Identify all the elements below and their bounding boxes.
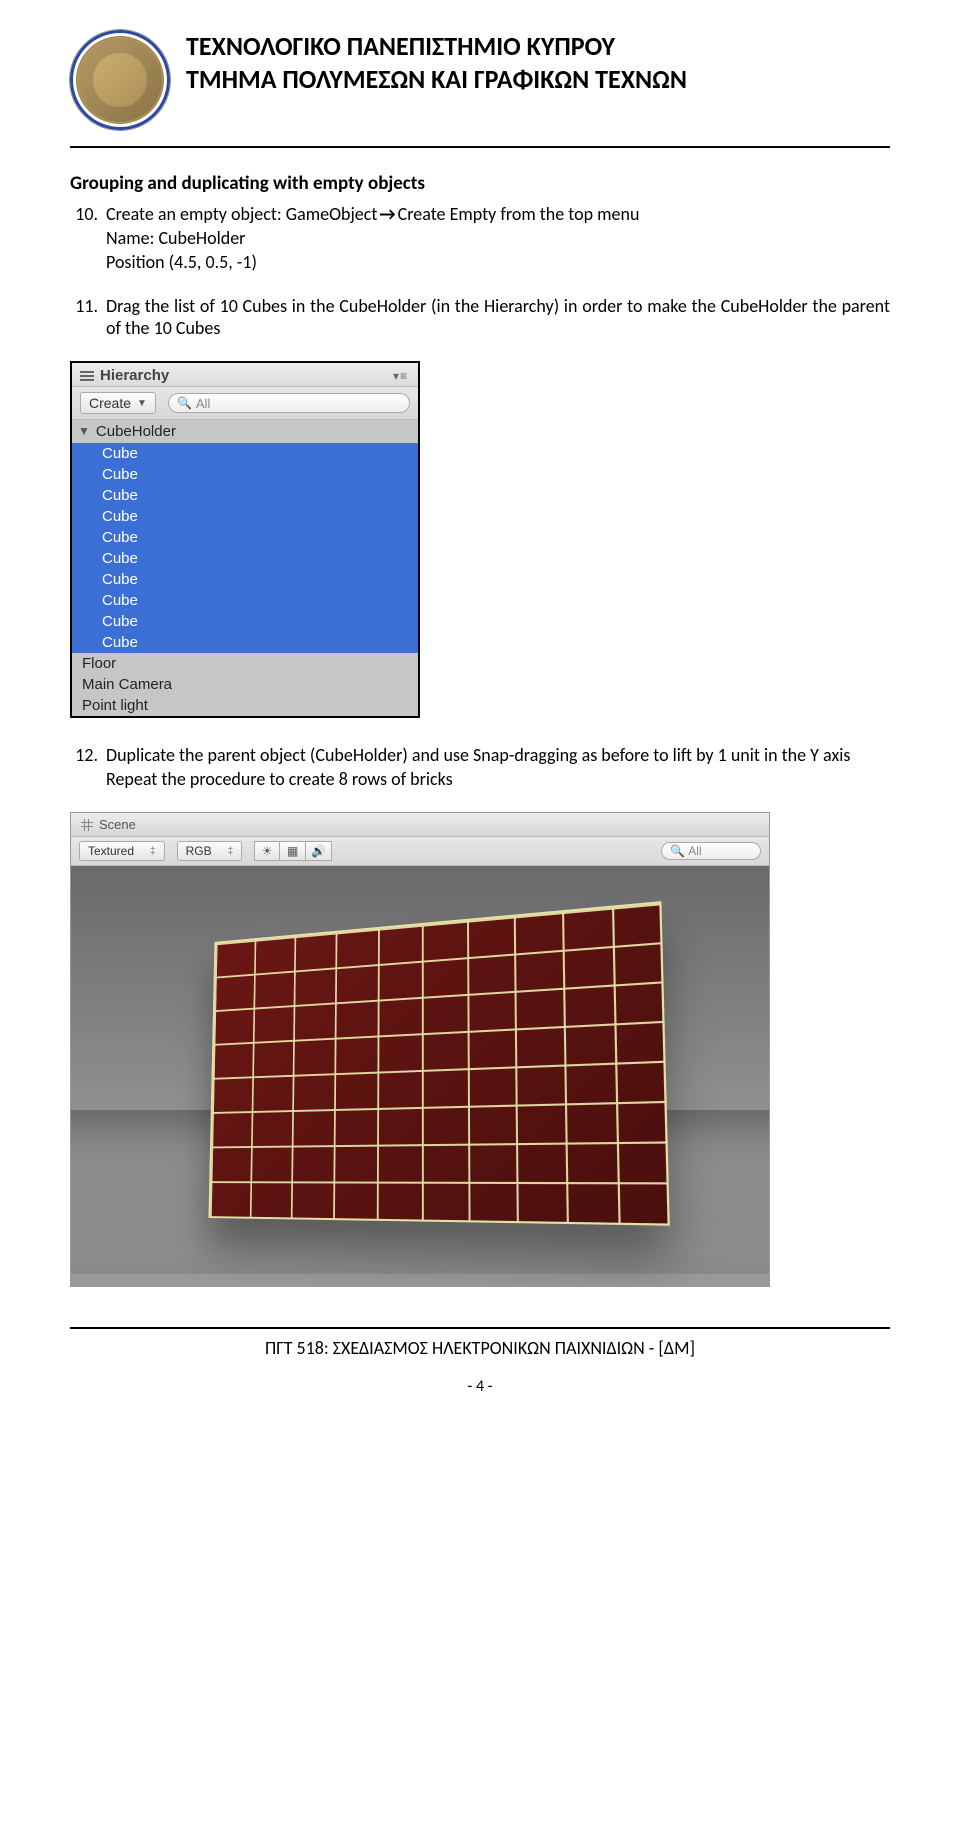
hierarchy-item-cube[interactable]: Cube — [72, 464, 418, 485]
org-title-2: ΤΜΗΜΑ ΠΟΛΥΜΕΣΩΝ ΚΑΙ ΓΡΑΦΙΚΩΝ ΤΕΧΝΩΝ — [186, 63, 687, 96]
hierarchy-item-cubeholder[interactable]: ▼ CubeHolder — [72, 420, 418, 443]
hierarchy-item-floor[interactable]: Floor — [72, 653, 418, 674]
step-10-position: Position (4.5, 0.5, -1) — [106, 251, 890, 273]
hierarchy-item-cube[interactable]: Cube — [72, 485, 418, 506]
rendermode-dropdown[interactable]: RGB ‡ — [177, 841, 243, 861]
scene-audio-toggle[interactable]: 🔊 — [306, 841, 332, 861]
image-icon: ▦ — [287, 844, 298, 858]
scene-search-placeholder: All — [688, 844, 701, 858]
section-title: Grouping and duplicating with empty obje… — [70, 172, 890, 195]
hierarchy-item-cube[interactable]: Cube — [72, 590, 418, 611]
sun-icon: ☀ — [262, 844, 273, 858]
hierarchy-parent-label: CubeHolder — [96, 423, 176, 440]
hierarchy-item-cube[interactable]: Cube — [72, 548, 418, 569]
footer-divider — [70, 1327, 890, 1329]
panel-title: Hierarchy — [100, 367, 169, 384]
step-number: 11. — [70, 295, 98, 339]
hierarchy-item-point-light[interactable]: Point light — [72, 695, 418, 716]
panel-menu-icon[interactable]: ▾≡ — [393, 369, 408, 383]
foldout-icon[interactable]: ▼ — [78, 424, 90, 438]
step-11: 11. Drag the list of 10 Cubes in the Cub… — [70, 295, 890, 339]
org-title-1: ΤΕΧΝΟΛΟΓΙΚΟ ΠΑΝΕΠΙΣΤΗΜΙΟ ΚΥΠΡΟΥ — [186, 30, 687, 63]
university-logo — [70, 30, 170, 130]
search-icon: 🔍 — [670, 844, 685, 858]
step-12: 12. Duplicate the parent object (CubeHol… — [70, 744, 890, 790]
hierarchy-item-cube[interactable]: Cube — [72, 506, 418, 527]
brick-wall — [208, 901, 669, 1226]
scene-screenshot: Scene Textured ‡ RGB ‡ ☀ ▦ 🔊 — [70, 812, 890, 1287]
scene-light-toggle[interactable]: ☀ — [254, 841, 280, 861]
step-12-text: Duplicate the parent object (CubeHolder)… — [106, 744, 890, 766]
speaker-icon: 🔊 — [311, 844, 326, 858]
scene-icon — [81, 819, 93, 831]
course-footer: ΠΓΤ 518: ΣΧΕΔΙΑΣΜΟΣ ΗΛΕΚΤΡΟΝΙΚΩΝ ΠΑΙΧΝΙΔ… — [70, 1337, 890, 1359]
dropdown-icon: ‡ — [228, 846, 234, 857]
scene-search[interactable]: 🔍 All — [661, 842, 761, 860]
dropdown-icon: ‡ — [150, 846, 156, 857]
scene-fx-toggle[interactable]: ▦ — [280, 841, 306, 861]
step-12-repeat: Repeat the procedure to create 8 rows of… — [106, 768, 890, 790]
step-10-text-b: Create Empty from the top menu — [398, 203, 640, 225]
search-placeholder: All — [196, 396, 210, 411]
hierarchy-icon — [80, 371, 94, 381]
page-number: - 4 - — [70, 1377, 890, 1396]
rendermode-label: RGB — [186, 844, 212, 858]
search-icon: 🔍 — [177, 396, 192, 410]
hierarchy-search[interactable]: 🔍 All — [168, 393, 410, 413]
scene-viewport[interactable] — [71, 866, 769, 1286]
step-number: 12. — [70, 744, 98, 790]
step-11-text: Drag the list of 10 Cubes in the CubeHol… — [106, 295, 890, 339]
hierarchy-item-cube[interactable]: Cube — [72, 632, 418, 653]
hierarchy-item-cube[interactable]: Cube — [72, 569, 418, 590]
step-number: 10. — [70, 203, 98, 273]
shading-label: Textured — [88, 844, 134, 858]
step-10-name: Name: CubeHolder — [106, 227, 890, 249]
document-header: ΤΕΧΝΟΛΟΓΙΚΟ ΠΑΝΕΠΙΣΤΗΜΙΟ ΚΥΠΡΟΥ ΤΜΗΜΑ ΠΟ… — [70, 30, 890, 130]
hierarchy-item-cube[interactable]: Cube — [72, 443, 418, 464]
hierarchy-item-cube[interactable]: Cube — [72, 527, 418, 548]
scene-title: Scene — [99, 817, 136, 832]
arrow-icon: → — [377, 203, 397, 225]
hierarchy-item-cube[interactable]: Cube — [72, 611, 418, 632]
shading-dropdown[interactable]: Textured ‡ — [79, 841, 165, 861]
header-divider — [70, 146, 890, 148]
create-button[interactable]: Create ▼ — [80, 392, 156, 414]
hierarchy-item-main-camera[interactable]: Main Camera — [72, 674, 418, 695]
step-10: 10. Create an empty object: GameObject→C… — [70, 203, 890, 273]
step-10-text-a: Create an empty object: GameObject — [106, 203, 377, 225]
hierarchy-screenshot: Hierarchy ▾≡ Create ▼ 🔍 All ▼ CubeHolder — [70, 361, 890, 718]
caret-down-icon: ▼ — [137, 398, 147, 409]
create-label: Create — [89, 395, 131, 411]
